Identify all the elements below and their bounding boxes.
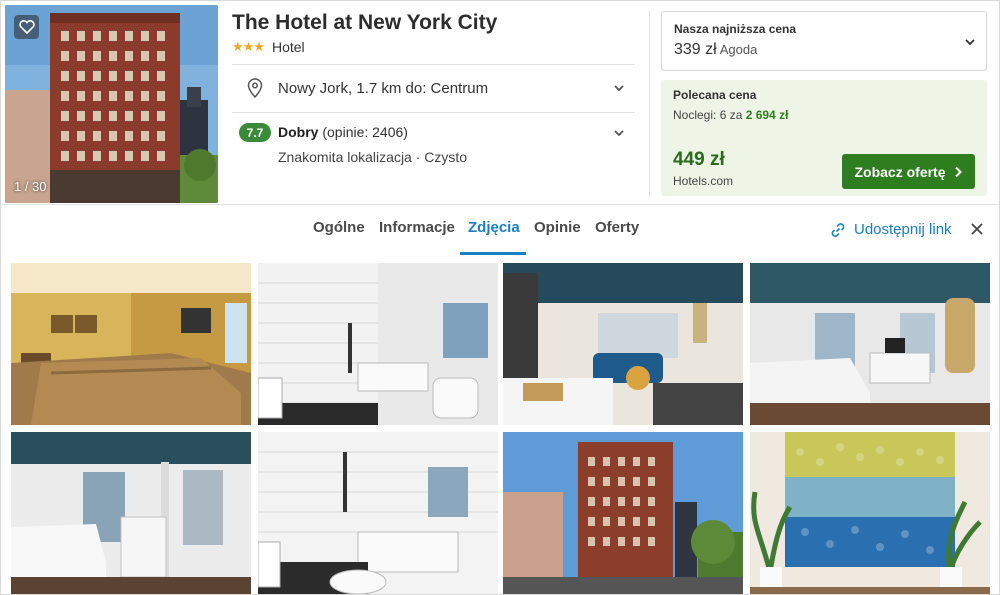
- photo-bedroom-teal-image: [750, 263, 990, 425]
- recommended-price: 449 zł: [673, 149, 725, 170]
- chevron-down-icon: [614, 85, 624, 92]
- lowest-price-box[interactable]: Nasza najniższa cena 339 zł Agoda: [661, 11, 987, 71]
- tab-offers[interactable]: Oferty: [595, 219, 639, 236]
- active-tab-indicator: [460, 252, 526, 255]
- lowest-price-value: 339 zł Agoda: [674, 41, 757, 59]
- star-rating: ★★★: [232, 39, 265, 54]
- rating-label: Dobry: [278, 124, 319, 140]
- hotel-main-photo[interactable]: 1 / 30: [5, 5, 218, 203]
- view-offer-label: Zobacz ofertę: [854, 163, 946, 180]
- rating-row[interactable]: 7.7 Dobry (opinie: 2406) Znakomita lokal…: [232, 119, 635, 189]
- recommended-price-box: Polecana cena Noclegi: 6 za 2 694 zł 449…: [661, 80, 987, 196]
- recommended-label: Polecana cena: [673, 88, 757, 102]
- view-offer-button[interactable]: Zobacz ofertę: [842, 154, 975, 189]
- lowest-price-label: Nasza najniższa cena: [674, 22, 797, 36]
- chevron-right-icon: [954, 166, 962, 177]
- gallery-photo-bedroom-teal[interactable]: [750, 263, 990, 425]
- photo-living-area-image: [503, 263, 743, 425]
- divider: [232, 112, 635, 113]
- divider: [649, 11, 650, 196]
- lowest-price-provider: Agoda: [719, 42, 758, 57]
- recommended-provider: Hotels.com: [673, 174, 734, 188]
- nights-total: 2 694 zł: [745, 108, 789, 122]
- nights-prefix: Noclegi: 6 za: [673, 108, 746, 122]
- gallery-photo-lobby-wall[interactable]: [750, 432, 990, 594]
- gallery-photo-living-area[interactable]: [503, 263, 743, 425]
- hotel-stars-row: ★★★ Hotel: [232, 39, 305, 55]
- rating-score-badge: 7.7: [239, 123, 271, 142]
- heart-icon: [18, 20, 35, 34]
- nights-summary: Noclegi: 6 za 2 694 zł: [673, 108, 788, 122]
- lowest-price-amount: 339 zł: [674, 41, 717, 58]
- tab-info[interactable]: Informacje: [379, 219, 455, 236]
- gallery-photo-exterior[interactable]: [503, 432, 743, 594]
- tab-overview[interactable]: Ogólne: [313, 219, 365, 236]
- rating-summary: Dobry (opinie: 2406): [278, 124, 408, 140]
- link-icon: [831, 222, 845, 237]
- rating-reviews-count: (opinie: 2406): [322, 124, 408, 140]
- photo-bedroom-window-image: [11, 432, 251, 594]
- tab-reviews[interactable]: Opinie: [534, 219, 581, 236]
- share-link-label: Udostępnij link: [854, 221, 952, 238]
- photo-bathroom-image: [258, 263, 498, 425]
- location-pin-icon: [247, 78, 263, 98]
- favorite-heart-button[interactable]: [14, 15, 39, 39]
- photo-counter: 1 / 30: [14, 179, 47, 194]
- tab-bar: Ogólne Informacje Zdjęcia Opinie Oferty …: [1, 204, 999, 256]
- share-link-button[interactable]: Udostępnij link: [830, 221, 952, 238]
- gallery-photo-bathroom-shower[interactable]: [258, 263, 498, 425]
- photo-bathroom-sink-image: [258, 432, 498, 594]
- gallery-photo-bedroom-window[interactable]: [11, 432, 251, 594]
- chevron-down-icon: [965, 39, 975, 46]
- location-row[interactable]: Nowy Jork, 1.7 km do: Centrum: [232, 65, 635, 111]
- photo-exterior-image: [503, 432, 743, 594]
- location-text: Nowy Jork, 1.7 km do: Centrum: [278, 79, 489, 97]
- hotel-title[interactable]: The Hotel at New York City: [232, 11, 497, 35]
- hotel-card: 1 / 30 The Hotel at New York City ★★★ Ho…: [0, 0, 1000, 595]
- chevron-down-icon: [614, 130, 624, 137]
- photo-bedroom-image: [11, 263, 251, 425]
- tab-photos[interactable]: Zdjęcia: [468, 219, 520, 236]
- photo-lobby-wall-image: [750, 432, 990, 594]
- close-icon[interactable]: [970, 222, 984, 236]
- rating-highlights: Znakomita lokalizacja · Czysto: [278, 149, 468, 165]
- hotel-type: Hotel: [271, 39, 305, 55]
- gallery-photo-bathroom-sink[interactable]: [258, 432, 498, 594]
- gallery-photo-bedroom[interactable]: [11, 263, 251, 425]
